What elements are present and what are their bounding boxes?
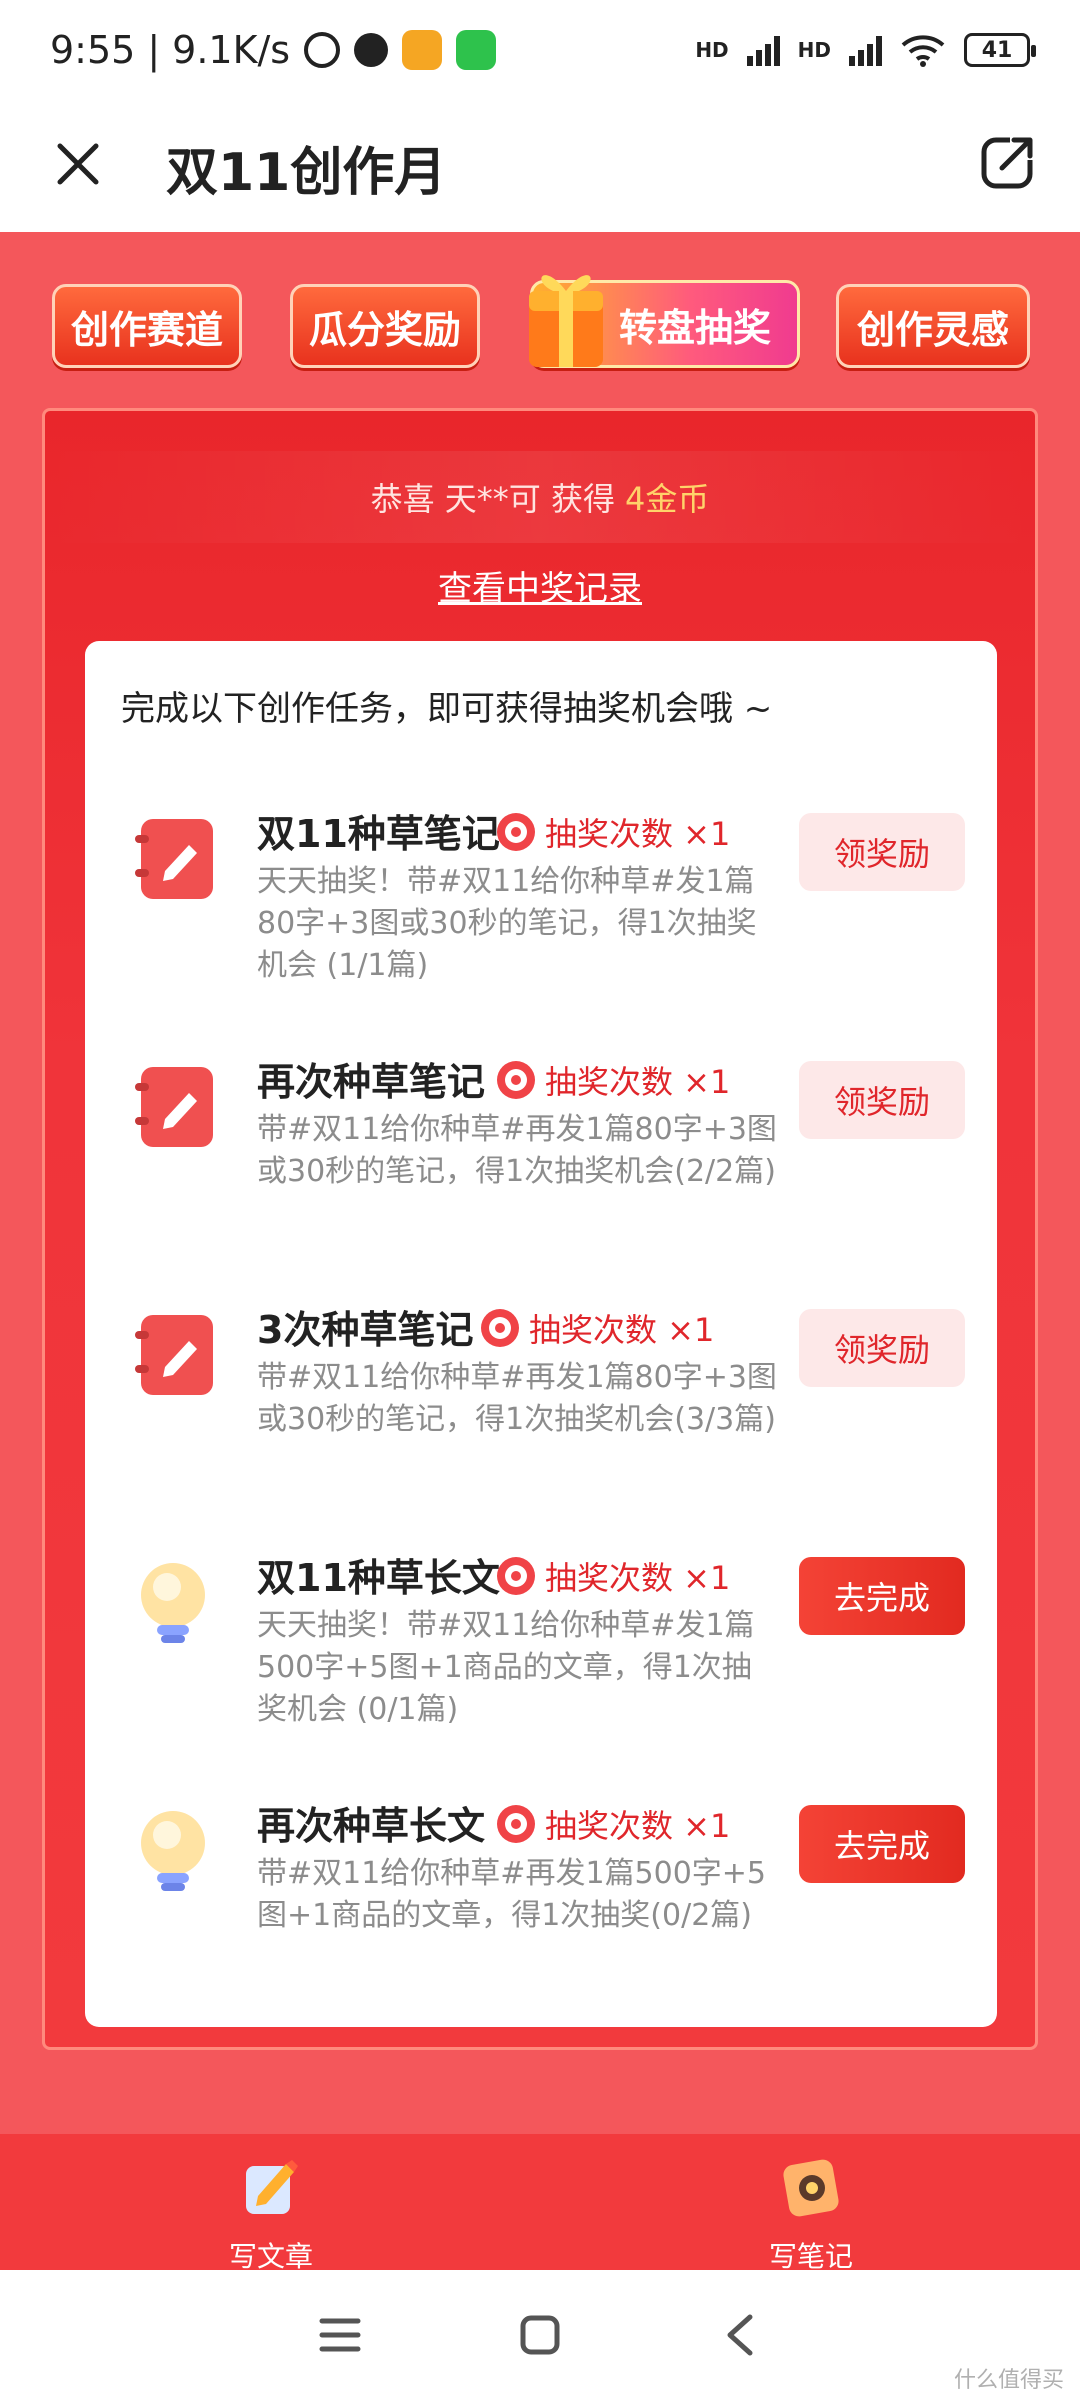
badge-text: 抽奖次数 ×1 xyxy=(545,1807,731,1845)
menu-button[interactable] xyxy=(310,2305,370,2365)
lightbulb-icon xyxy=(141,1563,205,1643)
wheel-icon xyxy=(497,813,535,851)
separator: | xyxy=(147,28,161,72)
wheel-icon xyxy=(497,1557,535,1595)
app-notification-icon xyxy=(354,33,389,67)
task-title: 双11种草笔记 xyxy=(257,812,500,856)
task-title: 再次种草笔记 xyxy=(257,1060,486,1104)
task-item: 双11种草长文 抽奖次数 ×1 天天抽奖！带#双11给你种草#发1篇500字+5… xyxy=(85,1535,997,1765)
tab-inspiration[interactable]: 创作灵感 xyxy=(836,284,1030,368)
gift-icon xyxy=(529,275,603,367)
task-description: 带#双11给你种草#再发1篇80字+3图或30秒的笔记，得1次抽奖机会(2/2篇… xyxy=(257,1112,777,1189)
bottom-action-bar: 写文章 写笔记 xyxy=(0,2134,1080,2273)
task-description: 带#双11给你种草#再发1篇80字+3图或30秒的笔记，得1次抽奖机会(3/3篇… xyxy=(257,1360,777,1437)
claim-reward-button[interactable]: 领奖励 xyxy=(799,1309,965,1387)
signal-icon-2 xyxy=(849,34,882,66)
badge-text: 抽奖次数 ×1 xyxy=(545,815,731,853)
write-note-button[interactable]: 写笔记 xyxy=(736,2152,886,2275)
lottery-count-badge: 抽奖次数 ×1 xyxy=(497,1553,730,1599)
task-title: 3次种草笔记 xyxy=(257,1308,474,1352)
header: 双11创作月 xyxy=(0,100,1080,232)
home-icon xyxy=(520,2315,560,2355)
close-button[interactable] xyxy=(50,136,106,192)
notebook-edit-icon xyxy=(135,1067,213,1147)
app-notification-icon-orange xyxy=(402,30,443,70)
system-nav-bar: 什么值得买 xyxy=(0,2270,1080,2400)
write-article-label: 写文章 xyxy=(228,2240,313,2273)
share-button[interactable] xyxy=(976,130,1040,194)
hd-label-2: HD xyxy=(797,38,831,62)
lottery-count-badge: 抽奖次数 ×1 xyxy=(497,1057,730,1103)
main-content: 创作赛道 瓜分奖励 转盘抽奖 创作灵感 恭喜 天**可 获得 4金币 查看中奖记… xyxy=(0,232,1080,2134)
wheel-icon xyxy=(497,1805,535,1843)
wheel-icon xyxy=(497,1061,535,1099)
menu-icon xyxy=(319,2318,361,2352)
tab-lottery-label: 转盘抽奖 xyxy=(618,305,771,350)
lottery-count-badge: 抽奖次数 ×1 xyxy=(481,1305,714,1351)
task-intro: 完成以下创作任务，即可获得抽奖机会哦 ~ xyxy=(121,689,773,729)
tab-row: 创作赛道 瓜分奖励 转盘抽奖 创作灵感 xyxy=(0,274,1080,374)
hd-label-1: HD xyxy=(695,38,729,62)
notebook-edit-icon xyxy=(135,1315,213,1395)
winner-banner: 恭喜 天**可 获得 4金币 xyxy=(45,451,1035,543)
page-title: 双11创作月 xyxy=(166,143,447,203)
badge-text: 抽奖次数 ×1 xyxy=(545,1559,731,1597)
write-article-button[interactable]: 写文章 xyxy=(196,2152,346,2275)
task-description: 天天抽奖！带#双11给你种草#发1篇80字+3图或30秒的笔记，得1次抽奖机会 … xyxy=(257,864,757,983)
wheel-icon xyxy=(481,1309,519,1347)
status-right: HD HD 41 xyxy=(695,33,1036,67)
tab-creation-track[interactable]: 创作赛道 xyxy=(52,284,242,368)
tab-share-reward[interactable]: 瓜分奖励 xyxy=(290,284,480,368)
view-records-link[interactable]: 查看中奖记录 xyxy=(45,561,1035,610)
alarm-icon xyxy=(304,32,341,68)
badge-text: 抽奖次数 ×1 xyxy=(545,1063,731,1101)
task-title: 再次种草长文 xyxy=(257,1804,486,1848)
back-icon xyxy=(727,2314,753,2356)
go-complete-button[interactable]: 去完成 xyxy=(799,1557,965,1635)
task-description: 带#双11给你种草#再发1篇500字+5图+1商品的文章，得1次抽奖(0/2篇) xyxy=(257,1856,767,1933)
claim-reward-button[interactable]: 领奖励 xyxy=(799,1061,965,1139)
wechat-icon xyxy=(456,30,497,70)
wifi-icon xyxy=(901,35,945,67)
go-complete-button[interactable]: 去完成 xyxy=(799,1805,965,1883)
winner-text: 恭喜 天**可 获得 xyxy=(370,480,615,518)
network-speed: 9.1K/s xyxy=(172,28,291,72)
share-icon xyxy=(981,134,1036,189)
pen-paper-icon xyxy=(246,2160,298,2214)
task-item: 再次种草笔记 抽奖次数 ×1 带#双11给你种草#再发1篇80字+3图或30秒的… xyxy=(85,1039,997,1269)
task-card: 完成以下创作任务，即可获得抽奖机会哦 ~ 双11种草笔记 抽奖次数 ×1 天天抽… xyxy=(85,641,997,2027)
task-item: 双11种草笔记 抽奖次数 ×1 天天抽奖！带#双11给你种草#发1篇80字+3图… xyxy=(85,791,997,1021)
battery-icon: 41 xyxy=(964,33,1036,67)
note-camera-icon xyxy=(783,2159,839,2217)
claim-reward-button[interactable]: 领奖励 xyxy=(799,813,965,891)
task-item: 3次种草笔记 抽奖次数 ×1 带#双11给你种草#再发1篇80字+3图或30秒的… xyxy=(85,1287,997,1517)
lottery-count-badge: 抽奖次数 ×1 xyxy=(497,1801,730,1847)
lottery-panel: 恭喜 天**可 获得 4金币 查看中奖记录 完成以下创作任务，即可获得抽奖机会哦… xyxy=(42,408,1038,2050)
status-bar: 9:55 | 9.1K/s HD HD 41 xyxy=(0,0,1080,100)
task-description: 天天抽奖！带#双11给你种草#发1篇500字+5图+1商品的文章，得1次抽奖机会… xyxy=(257,1608,755,1727)
status-left: 9:55 | 9.1K/s xyxy=(50,28,497,72)
task-title: 双11种草长文 xyxy=(257,1556,500,1600)
write-note-label: 写笔记 xyxy=(768,2240,853,2273)
home-button[interactable] xyxy=(510,2305,570,2365)
badge-text: 抽奖次数 ×1 xyxy=(529,1311,715,1349)
watermark: 什么值得买 xyxy=(953,2368,1064,2393)
task-item: 再次种草长文 抽奖次数 ×1 带#双11给你种草#再发1篇500字+5图+1商品… xyxy=(85,1783,997,2013)
tab-lottery[interactable]: 转盘抽奖 xyxy=(529,275,800,368)
clock: 9:55 xyxy=(50,28,136,72)
lightbulb-icon xyxy=(141,1811,205,1891)
signal-icon xyxy=(746,34,780,66)
winner-prize: 4金币 xyxy=(624,480,710,518)
lottery-count-badge: 抽奖次数 ×1 xyxy=(497,809,730,855)
close-icon xyxy=(57,143,99,185)
back-button[interactable] xyxy=(710,2305,770,2365)
notebook-edit-icon xyxy=(135,819,213,899)
